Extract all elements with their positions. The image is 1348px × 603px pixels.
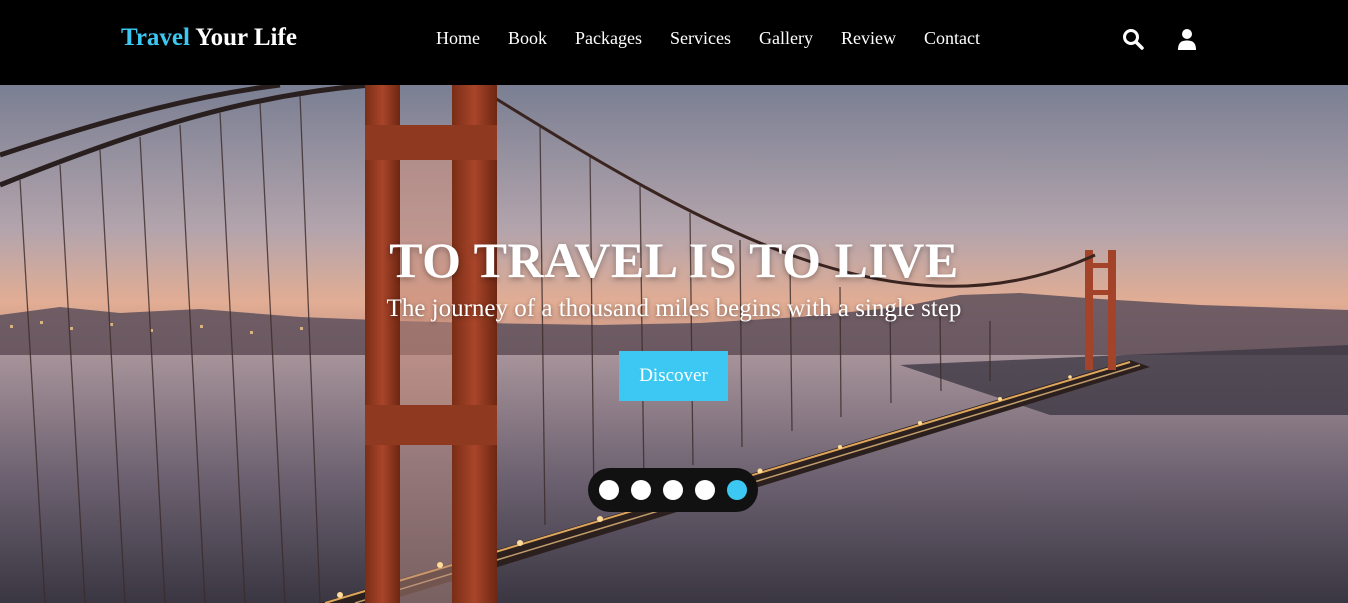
nav-link-book[interactable]: Book xyxy=(508,28,547,49)
nav-icons xyxy=(1121,27,1199,51)
nav-link-packages[interactable]: Packages xyxy=(575,28,642,49)
slider-dot[interactable] xyxy=(663,480,683,500)
slider-dot-active[interactable] xyxy=(727,480,747,500)
nav-links: Home Book Packages Services Gallery Revi… xyxy=(436,28,980,49)
user-icon[interactable] xyxy=(1175,27,1199,51)
nav-link-services[interactable]: Services xyxy=(670,28,731,49)
logo[interactable]: Travel Your Life xyxy=(121,24,297,52)
hero-content: TO TRAVEL IS TO LIVE The journey of a th… xyxy=(0,235,1348,323)
logo-accent-text: Travel xyxy=(121,24,190,51)
hero-subtitle: The journey of a thousand miles begins w… xyxy=(386,295,962,322)
discover-button[interactable]: Discover xyxy=(619,351,728,401)
slider-dot[interactable] xyxy=(599,480,619,500)
logo-text: Your Life xyxy=(195,24,297,51)
nav-link-gallery[interactable]: Gallery xyxy=(759,28,813,49)
search-icon[interactable] xyxy=(1121,27,1145,51)
hero-section: TO TRAVEL IS TO LIVE The journey of a th… xyxy=(0,85,1348,603)
nav-link-home[interactable]: Home xyxy=(436,28,480,49)
navbar: Travel Your Life Home Book Packages Serv… xyxy=(0,0,1348,85)
hero-title: TO TRAVEL IS TO LIVE xyxy=(389,232,959,288)
slider-dot[interactable] xyxy=(631,480,651,500)
nav-link-review[interactable]: Review xyxy=(841,28,896,49)
nav-link-contact[interactable]: Contact xyxy=(924,28,980,49)
slider-dots xyxy=(588,468,758,512)
slider-dot[interactable] xyxy=(695,480,715,500)
bridge-background-image xyxy=(0,85,1348,603)
